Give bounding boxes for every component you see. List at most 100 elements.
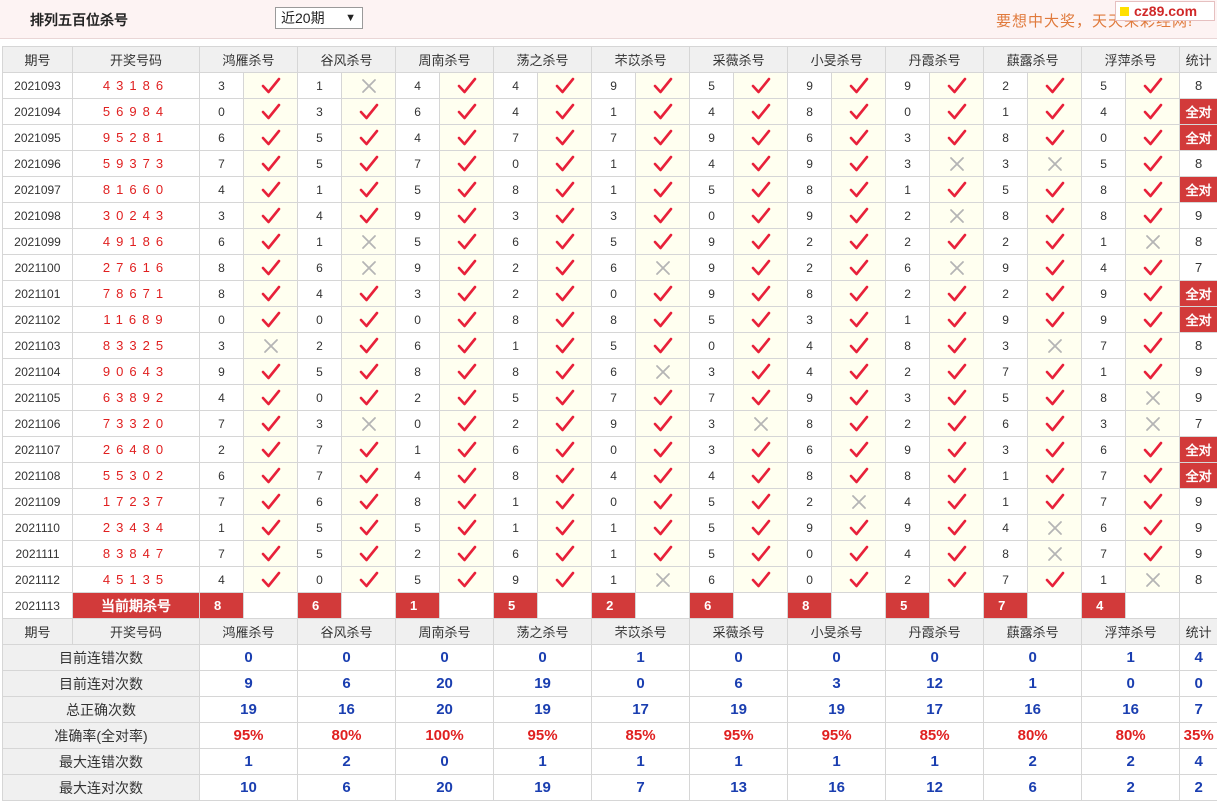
summary-value: 80% xyxy=(983,722,1083,749)
kill-number-cell: 7 xyxy=(199,540,244,567)
check-icon xyxy=(555,389,574,405)
kill-number-cell: 5 xyxy=(591,228,637,255)
current-kill-blank xyxy=(537,592,593,619)
current-kill-number: 6 xyxy=(689,592,735,619)
kill-number-cell: 4 xyxy=(199,176,244,203)
result-mark-cell xyxy=(537,540,593,567)
kill-number-cell: 0 xyxy=(395,306,441,333)
check-icon xyxy=(947,181,966,197)
kill-number-cell: 6 xyxy=(787,436,833,463)
result-mark-cell xyxy=(537,98,593,125)
check-icon xyxy=(653,77,672,93)
draw-number-cell: 30243 xyxy=(72,202,200,229)
current-kill-number: 8 xyxy=(199,592,244,619)
result-mark-cell xyxy=(635,124,691,151)
col-header-draw: 开奖号码 xyxy=(72,618,200,645)
result-mark-cell xyxy=(929,176,985,203)
draw-number-cell: 27616 xyxy=(72,254,200,281)
kill-number-cell: 3 xyxy=(493,202,539,229)
result-mark-cell xyxy=(1125,176,1181,203)
kill-number-cell: 6 xyxy=(493,540,539,567)
kill-number-cell: 9 xyxy=(591,72,637,99)
kill-number-cell: 1 xyxy=(395,436,441,463)
check-icon xyxy=(653,233,672,249)
kill-number-cell: 8 xyxy=(493,176,539,203)
check-icon xyxy=(947,129,966,145)
kill-number-cell: 3 xyxy=(297,410,343,437)
result-mark-cell xyxy=(831,98,887,125)
check-icon xyxy=(947,415,966,431)
kill-number-cell: 5 xyxy=(395,228,441,255)
check-icon xyxy=(359,493,378,509)
kill-number-cell: 8 xyxy=(787,280,833,307)
result-mark-cell xyxy=(1027,566,1083,593)
result-mark-cell xyxy=(929,254,985,281)
result-mark-cell xyxy=(439,410,495,437)
col-header-expert: 蕻露杀号 xyxy=(983,46,1083,73)
summary-value: 2 xyxy=(1081,748,1181,775)
check-icon xyxy=(849,233,868,249)
result-mark-cell xyxy=(733,150,789,177)
header-row: 期号 开奖号码 鸿雁杀号 谷风杀号 周南杀号 荡之杀号 芣苡杀号 采薇杀号 小旻杀号 丹霞杀号 蕻露… xyxy=(2,618,1217,645)
period-cell: 2021107 xyxy=(2,436,73,463)
col-header-stat: 统计 xyxy=(1179,46,1217,73)
summary-row: 目前连错次数 0 0 0 0 1 0 0 0 0 1 4 xyxy=(2,644,1217,671)
period-select[interactable]: 近20期 ▼ xyxy=(275,7,363,29)
check-icon xyxy=(359,181,378,197)
stat-cell: 全对 xyxy=(1179,462,1217,489)
result-mark-cell xyxy=(831,410,887,437)
result-mark-cell xyxy=(341,462,397,489)
kill-number-cell: 6 xyxy=(199,462,244,489)
period-cell: 2021093 xyxy=(2,72,73,99)
period-cell: 2021102 xyxy=(2,306,73,333)
kill-number-cell: 3 xyxy=(1081,410,1127,437)
result-mark-cell xyxy=(1125,98,1181,125)
check-icon xyxy=(457,389,476,405)
check-icon xyxy=(1045,441,1064,457)
summary-stat: 35% xyxy=(1179,722,1217,749)
check-icon xyxy=(1045,493,1064,509)
check-icon xyxy=(457,129,476,145)
result-mark-cell xyxy=(242,332,299,359)
check-icon xyxy=(751,519,770,535)
summary-value: 16 xyxy=(787,774,887,801)
kill-number-cell: 1 xyxy=(983,98,1029,125)
result-mark-cell xyxy=(1125,332,1181,359)
kill-number-cell: 8 xyxy=(983,202,1029,229)
stat-cell: 全对 xyxy=(1179,306,1217,333)
col-header-expert: 采薇杀号 xyxy=(689,618,789,645)
period-cell: 2021097 xyxy=(2,176,73,203)
kill-number-cell: 5 xyxy=(983,384,1029,411)
result-mark-cell xyxy=(635,280,691,307)
site-logo[interactable]: cz89.com xyxy=(1115,1,1215,21)
result-mark-cell xyxy=(929,514,985,541)
check-icon xyxy=(359,389,378,405)
result-mark-cell xyxy=(635,436,691,463)
kill-number-cell: 2 xyxy=(885,410,931,437)
check-icon xyxy=(555,441,574,457)
result-mark-cell xyxy=(439,488,495,515)
check-icon xyxy=(1045,467,1064,483)
kill-number-cell: 9 xyxy=(787,202,833,229)
summary-value: 1 xyxy=(591,644,691,671)
result-mark-cell xyxy=(1125,358,1181,385)
kill-number-cell: 5 xyxy=(689,306,735,333)
kill-number-cell: 1 xyxy=(591,98,637,125)
current-kill-blank xyxy=(929,592,985,619)
result-mark-cell xyxy=(831,566,887,593)
draw-number-cell: 55302 xyxy=(72,462,200,489)
check-icon xyxy=(1143,337,1162,353)
check-icon xyxy=(947,545,966,561)
result-mark-cell xyxy=(929,436,985,463)
result-mark-cell xyxy=(733,436,789,463)
kill-number-cell: 5 xyxy=(983,176,1029,203)
result-mark-cell xyxy=(537,332,593,359)
summary-stat: 4 xyxy=(1179,644,1217,671)
period-cell: 2021094 xyxy=(2,98,73,125)
check-icon xyxy=(359,571,378,587)
summary-value: 9 xyxy=(198,670,299,697)
col-header-expert: 鸿雁杀号 xyxy=(198,618,299,645)
stat-cell: 9 xyxy=(1179,514,1217,541)
result-mark-cell xyxy=(537,150,593,177)
site-logo-text: cz89.com xyxy=(1134,3,1198,19)
